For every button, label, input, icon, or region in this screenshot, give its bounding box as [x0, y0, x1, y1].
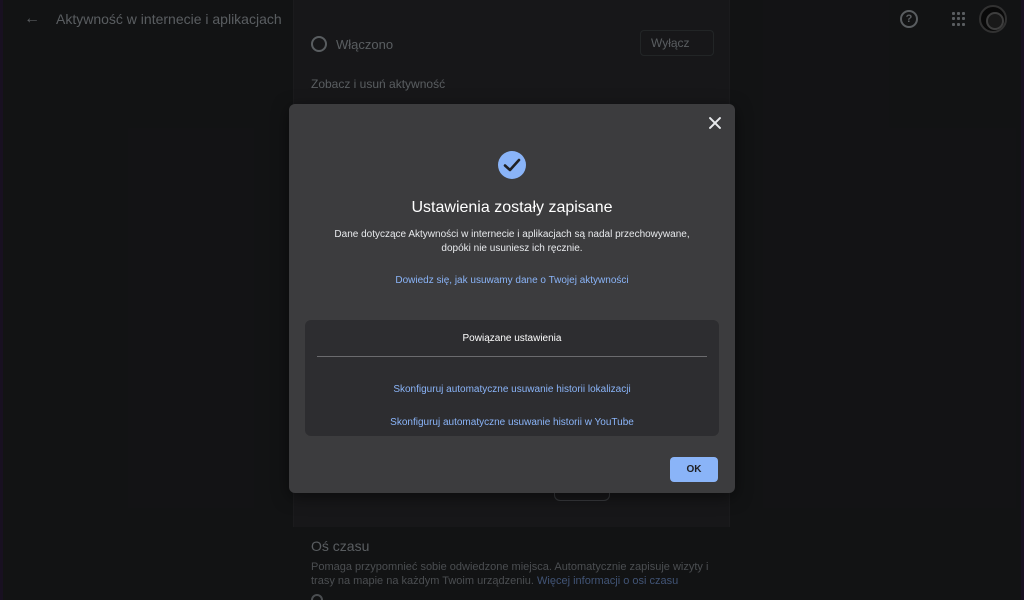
dialog-description: Dane dotyczące Aktywności w internecie i…	[334, 229, 690, 254]
check-circle-icon	[498, 151, 526, 179]
related-settings-title: Powiązane ustawienia	[462, 333, 562, 344]
divider	[317, 356, 707, 357]
close-icon[interactable]	[707, 115, 723, 131]
location-history-autodelete-link[interactable]: Skonfiguruj automatyczne usuwanie histor…	[305, 384, 719, 395]
ok-button[interactable]: OK	[670, 457, 718, 482]
learn-more-link[interactable]: Dowiedz się, jak usuwamy dane o Twojej a…	[289, 275, 735, 286]
checkmark-icon	[503, 158, 521, 172]
dialog-title: Ustawienia zostały zapisane	[411, 199, 613, 216]
youtube-history-autodelete-link[interactable]: Skonfiguruj automatyczne usuwanie histor…	[305, 417, 719, 428]
related-settings-panel: Powiązane ustawienia Skonfiguruj automat…	[305, 320, 719, 436]
settings-saved-dialog: Ustawienia zostały zapisane Dane dotyczą…	[289, 104, 735, 493]
